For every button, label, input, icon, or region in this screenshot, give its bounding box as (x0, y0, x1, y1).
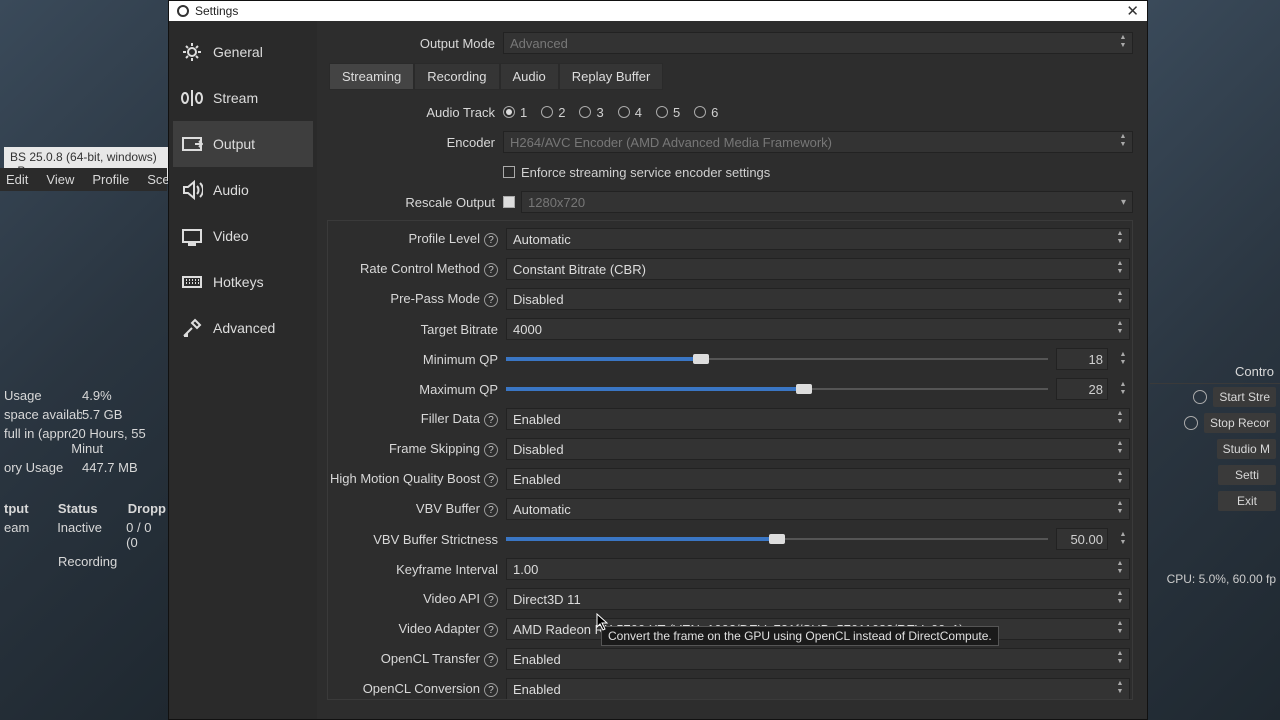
menu-edit[interactable]: Edit (6, 172, 28, 187)
rescale-label: Rescale Output (327, 195, 503, 210)
signal-icon (181, 87, 203, 109)
enforce-checkbox[interactable] (503, 166, 515, 178)
controls-panel: ControStart StreStop RecorStudio MSettiE… (1150, 360, 1280, 514)
settings-title: Settings (195, 4, 238, 18)
target-bitrate-input[interactable]: 4000▲▼ (506, 318, 1130, 340)
help-icon[interactable]: ? (484, 233, 498, 247)
help-icon[interactable]: ? (484, 593, 498, 607)
high-motion-quality-boost-dropdown[interactable]: Enabled▲▼ (506, 468, 1130, 490)
frame-skipping-dropdown[interactable]: Disabled▲▼ (506, 438, 1130, 460)
stats-panel: Usage4.9%space available5.7 GBfull in (a… (0, 386, 170, 571)
settings-app-icon (177, 5, 189, 17)
settings-titlebar[interactable]: Settings ✕ (169, 1, 1147, 21)
audio-track-radio-6[interactable] (694, 106, 706, 118)
tab-recording[interactable]: Recording (414, 63, 499, 90)
tab-streaming[interactable]: Streaming (329, 63, 414, 90)
help-icon[interactable]: ? (484, 653, 498, 667)
vbv-buffer-strictness-slider[interactable] (506, 531, 1048, 547)
output-tabs: StreamingRecordingAudioReplay Buffer (329, 63, 1133, 90)
menu-profile[interactable]: Profile (92, 172, 129, 187)
gear-icon[interactable] (1184, 416, 1198, 430)
rescale-checkbox[interactable] (503, 196, 515, 208)
rescale-dropdown[interactable]: 1280x720 ▾ (521, 191, 1133, 213)
rate-control-method-dropdown[interactable]: Constant Bitrate (CBR)▲▼ (506, 258, 1130, 280)
audio-icon (181, 179, 203, 201)
minimum-qp-slider[interactable] (506, 351, 1048, 367)
gear-icon (181, 41, 203, 63)
help-icon[interactable]: ? (484, 263, 498, 277)
cpu-footer: CPU: 5.0%, 60.00 fp (1167, 572, 1276, 586)
cursor-icon (596, 613, 608, 631)
tooltip: Convert the frame on the GPU using OpenC… (601, 626, 999, 646)
video-api-dropdown[interactable]: Direct3D 11▲▼ (506, 588, 1130, 610)
pre-pass-mode-dropdown[interactable]: Disabled▲▼ (506, 288, 1130, 310)
help-icon[interactable]: ? (484, 683, 498, 697)
encoder-label: Encoder (327, 135, 503, 150)
sidebar-item-audio[interactable]: Audio (173, 167, 313, 213)
keyframe-interval-input[interactable]: 1.00▲▼ (506, 558, 1130, 580)
encoder-dropdown[interactable]: H264/AVC Encoder (AMD Advanced Media Fra… (503, 131, 1133, 153)
audio-track-radio-2[interactable] (541, 106, 553, 118)
audio-track-label: Audio Track (327, 105, 503, 120)
video-icon (181, 225, 203, 247)
sidebar-item-general[interactable]: General (173, 29, 313, 75)
tab-replay-buffer[interactable]: Replay Buffer (559, 63, 664, 90)
settings-dialog: Settings ✕ GeneralStreamOutputAudioVideo… (168, 0, 1148, 720)
profile-level-dropdown[interactable]: Automatic▲▼ (506, 228, 1130, 250)
close-icon[interactable]: ✕ (1126, 2, 1139, 20)
main-menubar[interactable]: EditViewProfileScene (0, 168, 167, 191)
control-button[interactable]: Studio M (1217, 439, 1276, 459)
tools-icon (181, 317, 203, 339)
settings-sidebar: GeneralStreamOutputAudioVideoHotkeysAdva… (169, 21, 317, 719)
menu-view[interactable]: View (46, 172, 74, 187)
control-button[interactable]: Start Stre (1213, 387, 1276, 407)
settings-content: Output Mode Advanced ▲▼ StreamingRecordi… (317, 21, 1147, 719)
sidebar-item-video[interactable]: Video (173, 213, 313, 259)
audio-track-radio-4[interactable] (618, 106, 630, 118)
control-button[interactable]: Setti (1218, 465, 1276, 485)
sidebar-item-advanced[interactable]: Advanced (173, 305, 313, 351)
output-mode-label: Output Mode (327, 36, 503, 51)
vbv-buffer-dropdown[interactable]: Automatic▲▼ (506, 498, 1130, 520)
keyboard-icon (181, 271, 203, 293)
control-button[interactable]: Exit (1218, 491, 1276, 511)
help-icon[interactable]: ? (484, 293, 498, 307)
control-button[interactable]: Stop Recor (1204, 413, 1276, 433)
audio-track-radio-5[interactable] (656, 106, 668, 118)
tab-audio[interactable]: Audio (500, 63, 559, 90)
maximum-qp-slider[interactable] (506, 381, 1048, 397)
sidebar-item-output[interactable]: Output (173, 121, 313, 167)
sidebar-item-hotkeys[interactable]: Hotkeys (173, 259, 313, 305)
help-icon[interactable]: ? (484, 443, 498, 457)
gear-icon[interactable] (1193, 390, 1207, 404)
help-icon[interactable]: ? (484, 413, 498, 427)
audio-track-radio-1[interactable] (503, 106, 515, 118)
help-icon[interactable]: ? (484, 503, 498, 517)
enforce-label: Enforce streaming service encoder settin… (521, 165, 770, 180)
opencl-transfer-dropdown[interactable]: Enabled▲▼ (506, 648, 1130, 670)
audio-track-radio-3[interactable] (579, 106, 591, 118)
output-mode-dropdown[interactable]: Advanced ▲▼ (503, 32, 1133, 54)
output-icon (181, 133, 203, 155)
sidebar-item-stream[interactable]: Stream (173, 75, 313, 121)
help-icon[interactable]: ? (484, 473, 498, 487)
filler-data-dropdown[interactable]: Enabled▲▼ (506, 408, 1130, 430)
opencl-conversion-dropdown[interactable]: Enabled▲▼ (506, 678, 1130, 700)
help-icon[interactable]: ? (484, 623, 498, 637)
